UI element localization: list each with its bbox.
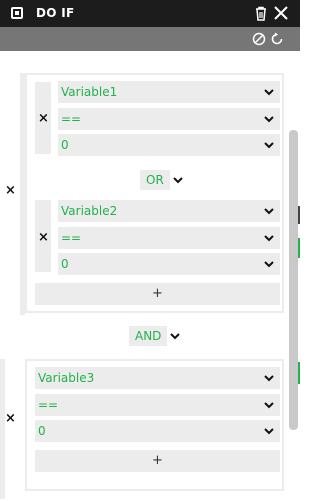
chevron-down-icon (173, 177, 183, 184)
value-select[interactable]: 0 (58, 134, 280, 156)
operator-select[interactable]: == (58, 227, 280, 249)
group-bar (0, 359, 5, 499)
scrollbar-thumb[interactable] (289, 130, 298, 430)
edge-connector (298, 238, 300, 258)
chevron-down-icon (264, 116, 274, 123)
window-title: DO IF (36, 6, 75, 20)
chevron-down-icon (264, 428, 274, 435)
remove-condition-1-button[interactable]: × (38, 112, 49, 126)
title-bar: DO IF (0, 0, 300, 27)
add-condition-button[interactable]: + (35, 283, 280, 305)
toolbar (0, 27, 300, 51)
edge-connector (298, 362, 300, 384)
operator-select[interactable]: == (35, 394, 280, 416)
operator-select[interactable]: == (58, 108, 280, 130)
chevron-down-icon (264, 235, 274, 242)
trash-icon[interactable] (252, 4, 270, 22)
chevron-down-icon (264, 208, 274, 215)
chevron-down-icon (264, 89, 274, 96)
variable-select[interactable]: Variable2 (58, 200, 280, 222)
value-select[interactable]: 0 (58, 253, 280, 275)
joiner-select[interactable]: OR (140, 170, 183, 190)
remove-group-1-button[interactable]: × (5, 184, 16, 198)
disable-icon[interactable] (250, 30, 268, 48)
condition-canvas: × × Variable1 == 0 OR × Variable2 == 0 +… (0, 51, 300, 501)
node-icon (11, 7, 23, 19)
remove-condition-2-button[interactable]: × (38, 231, 49, 245)
chevron-down-icon (264, 261, 274, 268)
edge-connector (298, 206, 300, 224)
outer-joiner-select[interactable]: AND (129, 326, 181, 346)
chevron-down-icon (264, 142, 274, 149)
value-select[interactable]: 0 (35, 420, 280, 442)
remove-group-2-button[interactable]: × (5, 412, 16, 426)
close-icon[interactable] (272, 4, 290, 22)
condition-group-2: Variable3 == 0 + (25, 359, 284, 491)
condition-group-1: × Variable1 == 0 OR × Variable2 == 0 + (25, 73, 284, 313)
reset-icon[interactable] (268, 30, 286, 48)
variable-select[interactable]: Variable3 (35, 367, 280, 389)
add-condition-button[interactable]: + (35, 450, 280, 472)
chevron-down-icon (264, 402, 274, 409)
variable-select[interactable]: Variable1 (58, 81, 280, 103)
chevron-down-icon (170, 333, 181, 340)
chevron-down-icon (264, 375, 274, 382)
